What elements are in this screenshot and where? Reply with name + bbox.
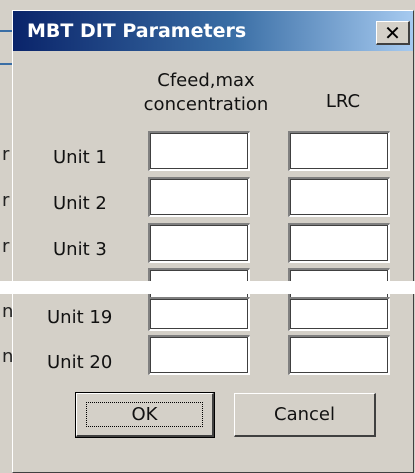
unit-20-cfeed-field[interactable] [148,335,250,375]
ok-button-focus-ring [86,402,203,427]
background-text-fragment: n [2,346,14,367]
column-header-lrc: LRC [325,91,361,112]
row-label-unit-3: Unit 3 [53,239,107,260]
dialog-title: MBT DIT Parameters [27,20,247,42]
cancel-button[interactable]: Cancel [234,393,376,437]
background-text-fragment: r [2,190,10,211]
row-label-unit-19: Unit 19 [47,307,113,328]
unit-1-cfeed-field[interactable] [148,131,250,171]
unit-3-lrc-field[interactable] [288,223,390,263]
row-label-unit-20: Unit 20 [47,352,113,373]
unit-2-lrc-field[interactable] [288,177,390,217]
column-header-cfeed: Cfeed,max concentration [121,69,291,117]
unit-19-lrc-field[interactable] [288,297,390,331]
unit-20-lrc-field[interactable] [288,335,390,375]
unit-1-lrc-field[interactable] [288,131,390,171]
mbt-dit-parameters-dialog: MBT DIT Parameters ✕ Cfeed,max concentra… [12,10,414,473]
background-text-fragment: r [2,236,10,257]
row-label-unit-2: Unit 2 [53,193,107,214]
background-text-fragment: n [2,301,14,322]
row-label-unit-1: Unit 1 [53,147,107,168]
close-icon: ✕ [384,20,401,45]
title-bar[interactable]: MBT DIT Parameters ✕ [13,11,413,51]
cancel-button-label: Cancel [274,404,335,425]
unit-19-cfeed-field[interactable] [148,297,250,331]
screenshot-splice-gap [0,281,415,294]
column-header-cfeed-line2: concentration [143,94,269,115]
background-text-fragment: r [2,144,10,165]
unit-2-cfeed-field[interactable] [148,177,250,217]
unit-3-cfeed-field[interactable] [148,223,250,263]
ok-button[interactable]: OK [75,392,215,438]
close-button[interactable]: ✕ [376,21,410,45]
column-header-cfeed-line1: Cfeed,max [157,70,255,91]
